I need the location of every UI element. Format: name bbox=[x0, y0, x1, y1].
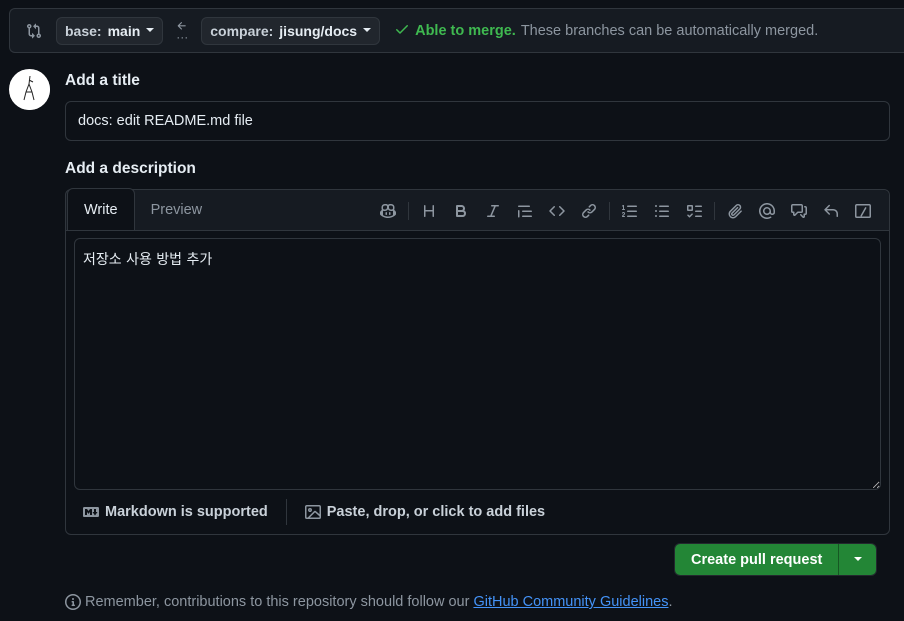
code-icon[interactable] bbox=[541, 195, 573, 227]
note-text: Remember, contributions to this reposito… bbox=[85, 594, 470, 610]
footer-divider bbox=[285, 499, 287, 525]
left-arrow-icon: ··· bbox=[172, 20, 192, 44]
italic-icon[interactable] bbox=[477, 195, 509, 227]
merge-status-label: Able to merge. bbox=[415, 22, 516, 39]
attach-icon[interactable] bbox=[719, 195, 751, 227]
compare-branch-button[interactable]: compare: jisung/docs bbox=[201, 16, 381, 45]
add-files-label: Paste, drop, or click to add files bbox=[326, 504, 546, 520]
mention-icon[interactable] bbox=[751, 195, 783, 227]
create-pull-request-group: Create pull request bbox=[674, 543, 878, 576]
description-editor: Write Preview 저장소 사용 방법 추가 Markdown is s… bbox=[65, 188, 890, 535]
avatar[interactable] bbox=[9, 69, 50, 110]
compare-branch-name: jisung/docs bbox=[279, 22, 358, 39]
reference-icon[interactable] bbox=[783, 195, 815, 227]
chevron-down-icon bbox=[853, 556, 862, 561]
image-icon bbox=[304, 505, 321, 519]
editor-header: Write Preview bbox=[66, 188, 889, 231]
compare-branch-prefix: compare: bbox=[210, 22, 274, 39]
markdown-supported-link[interactable]: Markdown is supported bbox=[83, 504, 268, 520]
toolbar-divider bbox=[714, 201, 715, 220]
base-branch-name: main bbox=[107, 22, 141, 39]
merge-status: Able to merge. These branches can be aut… bbox=[394, 21, 818, 41]
title-input[interactable] bbox=[65, 101, 890, 141]
create-pull-request-button[interactable]: Create pull request bbox=[675, 544, 839, 575]
compare-bar: base: main ··· compare: jisung/docs Able… bbox=[9, 8, 904, 53]
markdown-toolbar bbox=[372, 190, 879, 231]
add-files-button[interactable]: Paste, drop, or click to add files bbox=[304, 504, 546, 520]
avatar-image bbox=[9, 69, 50, 110]
base-branch-prefix: base: bbox=[65, 22, 102, 39]
note-suffix: . bbox=[668, 594, 673, 610]
chevron-down-icon bbox=[146, 27, 155, 32]
slash-commands-icon[interactable] bbox=[847, 195, 879, 227]
description-textarea[interactable]: 저장소 사용 방법 추가 bbox=[74, 238, 881, 490]
heading-icon[interactable] bbox=[413, 195, 445, 227]
contribution-note: Remember, contributions to this reposito… bbox=[65, 594, 673, 610]
create-options-button[interactable] bbox=[838, 544, 877, 575]
base-branch-button[interactable]: base: main bbox=[56, 16, 164, 45]
undo-icon[interactable] bbox=[815, 195, 847, 227]
tab-preview[interactable]: Preview bbox=[135, 189, 219, 230]
ordered-list-icon[interactable] bbox=[614, 195, 646, 227]
editor-footer: Markdown is supported Paste, drop, or cl… bbox=[66, 490, 889, 534]
merge-status-description: These branches can be automatically merg… bbox=[520, 22, 819, 39]
ellipsis-icon: ··· bbox=[176, 29, 189, 44]
copilot-icon[interactable] bbox=[372, 195, 404, 227]
markdown-icon bbox=[83, 507, 99, 517]
markdown-note: Markdown is supported bbox=[105, 504, 268, 520]
bold-icon[interactable] bbox=[445, 195, 477, 227]
task-list-icon[interactable] bbox=[678, 195, 710, 227]
check-icon bbox=[394, 21, 410, 41]
link-icon[interactable] bbox=[573, 195, 605, 227]
toolbar-divider bbox=[408, 201, 409, 220]
quote-icon[interactable] bbox=[509, 195, 541, 227]
chevron-down-icon bbox=[363, 27, 372, 32]
description-label: Add a description bbox=[65, 160, 196, 177]
unordered-list-icon[interactable] bbox=[646, 195, 678, 227]
tab-write[interactable]: Write bbox=[67, 188, 135, 230]
community-guidelines-link[interactable]: GitHub Community Guidelines bbox=[473, 594, 668, 610]
info-icon bbox=[65, 594, 81, 610]
git-compare-icon bbox=[26, 23, 42, 39]
title-label: Add a title bbox=[65, 72, 140, 89]
toolbar-divider bbox=[609, 201, 610, 220]
